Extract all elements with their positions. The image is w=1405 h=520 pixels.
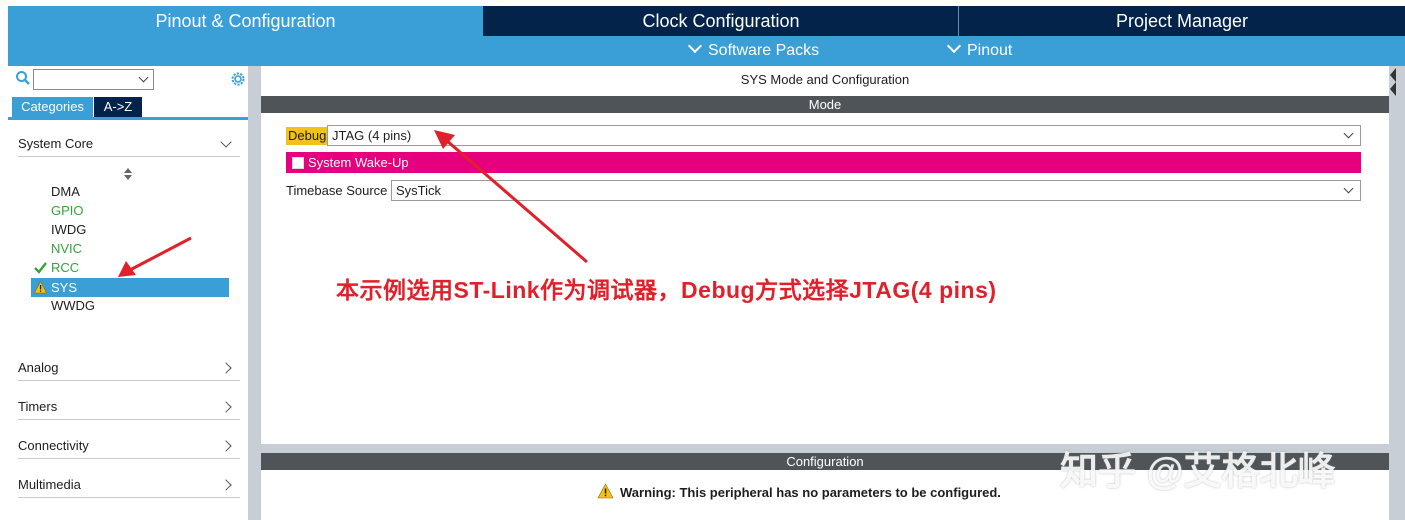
chevron-right-icon xyxy=(220,440,232,452)
item-label: WWDG xyxy=(51,298,96,313)
software-packs-label: Software Packs xyxy=(708,42,820,59)
mode-panel: SYS Mode and Configuration Mode Debug JT… xyxy=(261,66,1389,444)
check-icon xyxy=(34,262,47,274)
chevron-right-icon xyxy=(220,401,232,413)
group-multimedia[interactable]: Multimedia xyxy=(18,473,240,498)
chevron-down-icon xyxy=(138,72,149,83)
chevron-down-icon xyxy=(220,136,232,148)
categories-panel: Categories A->Z System Core DMA GPIO IWD… xyxy=(8,66,253,520)
tab-a-z[interactable]: A->Z xyxy=(94,97,142,117)
tab-underline xyxy=(8,117,251,120)
timebase-select[interactable]: SysTick xyxy=(391,180,1361,201)
wake-up-checkbox[interactable] xyxy=(292,157,304,169)
tab-pinout-configuration[interactable]: Pinout & Configuration xyxy=(8,6,483,36)
item-label: RCC xyxy=(51,260,80,275)
right-scrollbar[interactable] xyxy=(1389,66,1405,520)
warning-icon xyxy=(597,483,614,499)
group-label: Connectivity xyxy=(18,438,89,453)
group-label: Multimedia xyxy=(18,477,81,492)
search-combobox[interactable] xyxy=(33,69,154,90)
item-label: SYS xyxy=(51,280,78,295)
list-item-sys[interactable]: SYS xyxy=(31,278,229,297)
pinout-menu[interactable]: Pinout xyxy=(946,36,1013,66)
item-label: IWDG xyxy=(51,222,87,237)
chevron-down-icon xyxy=(1343,128,1354,139)
system-wake-up-row[interactable]: System Wake-Up xyxy=(286,152,1361,173)
scroll-arrow-icon[interactable] xyxy=(1390,68,1396,82)
page-title: SYS Mode and Configuration xyxy=(740,72,910,87)
scroll-arrow-icon[interactable] xyxy=(1390,82,1396,96)
sort-icon[interactable] xyxy=(124,168,132,180)
list-item-dma[interactable]: DMA xyxy=(31,182,229,201)
timebase-value: SysTick xyxy=(396,183,442,198)
tab-project-manager[interactable]: Project Manager xyxy=(959,6,1405,36)
debug-label: Debug xyxy=(286,127,329,145)
sub-menu-bar: Software Packs Pinout xyxy=(8,36,1405,66)
top-tab-bar: Pinout & Configuration Clock Configurati… xyxy=(8,6,1405,36)
chevron-down-icon xyxy=(1343,183,1354,194)
tab-clock-configuration[interactable]: Clock Configuration xyxy=(484,6,958,36)
list-item-gpio[interactable]: GPIO xyxy=(31,201,229,220)
item-label: NVIC xyxy=(51,241,83,256)
annotation-text: 本示例选用ST-Link作为调试器，Debug方式选择JTAG(4 pins) xyxy=(336,277,997,303)
debug-value: JTAG (4 pins) xyxy=(332,128,412,143)
item-label: DMA xyxy=(51,184,80,199)
list-item-nvic[interactable]: NVIC xyxy=(31,239,229,258)
search-icon[interactable] xyxy=(15,70,31,86)
chevron-right-icon xyxy=(220,479,232,491)
debug-select[interactable]: JTAG (4 pins) xyxy=(327,125,1361,146)
chevron-down-icon xyxy=(946,38,962,54)
pinout-label: Pinout xyxy=(967,42,1013,59)
mode-header: Mode xyxy=(261,96,1389,113)
group-label: Timers xyxy=(18,399,58,414)
chevron-right-icon xyxy=(220,362,232,374)
group-analog[interactable]: Analog xyxy=(18,356,240,381)
group-timers[interactable]: Timers xyxy=(18,395,240,420)
group-system-core-label: System Core xyxy=(18,136,94,151)
warning-message: Warning: This peripheral has no paramete… xyxy=(597,483,1001,500)
list-item-wwdg[interactable]: WWDG xyxy=(31,296,229,315)
gear-icon[interactable] xyxy=(229,70,247,88)
item-label: GPIO xyxy=(51,203,84,218)
wake-up-label: System Wake-Up xyxy=(308,155,409,170)
watermark: 知乎 @艾格北峰 xyxy=(1060,451,1336,493)
group-system-core[interactable]: System Core xyxy=(18,132,240,157)
warning-icon xyxy=(34,281,47,294)
list-item-iwdg[interactable]: IWDG xyxy=(31,220,229,239)
timebase-label: Timebase Source xyxy=(286,183,388,198)
list-item-rcc[interactable]: RCC xyxy=(31,258,229,277)
software-packs-menu[interactable]: Software Packs xyxy=(687,36,820,66)
group-label: Analog xyxy=(18,360,59,375)
panel-splitter[interactable] xyxy=(253,66,261,520)
tab-categories[interactable]: Categories xyxy=(12,97,93,117)
chevron-down-icon xyxy=(687,38,703,54)
warning-text: Warning: This peripheral has no paramete… xyxy=(620,485,1001,500)
group-connectivity[interactable]: Connectivity xyxy=(18,434,240,459)
